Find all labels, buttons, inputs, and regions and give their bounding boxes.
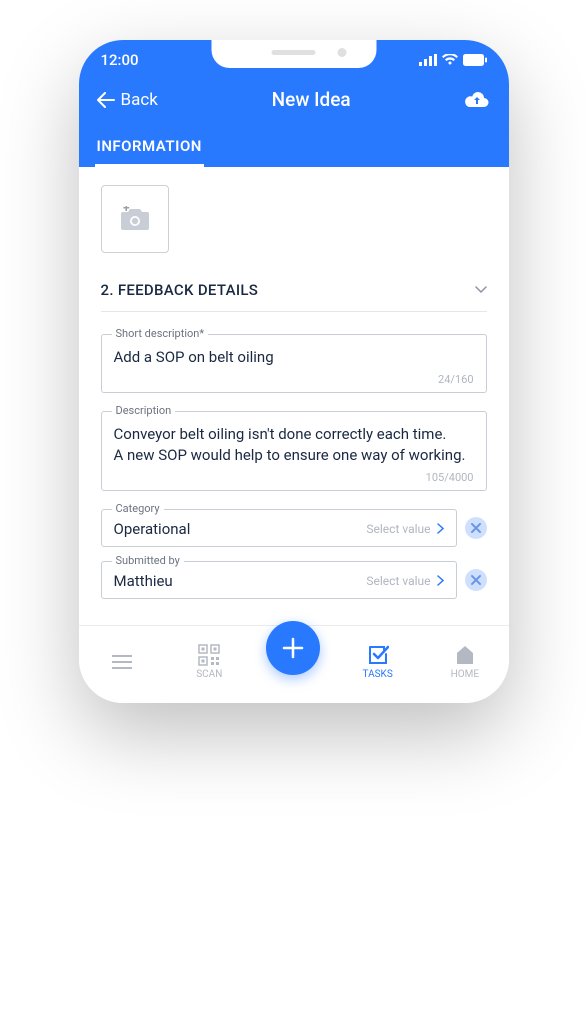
- nav-scan-label: SCAN: [196, 669, 222, 680]
- short-description-value: Add a SOP on belt oiling: [114, 347, 474, 367]
- submitted-by-row: Submitted by Matthieu Select value: [101, 561, 487, 599]
- signal-icon: [419, 54, 437, 66]
- category-value: Operational: [114, 520, 191, 538]
- description-value: Conveyor belt oiling isn't done correctl…: [114, 424, 474, 465]
- submitted-by-label: Submitted by: [112, 554, 184, 567]
- hamburger-icon: [112, 655, 132, 669]
- category-select[interactable]: Category Operational Select value: [101, 509, 457, 547]
- nav-menu[interactable]: [92, 655, 152, 669]
- status-indicators: [419, 54, 487, 66]
- nav-home-label: HOME: [451, 669, 479, 680]
- section-title: 2. FEEDBACK DETAILS: [101, 281, 259, 299]
- wifi-icon: [442, 54, 458, 66]
- qr-icon: [198, 644, 220, 666]
- short-description-counter: 24/160: [114, 373, 474, 386]
- plus-icon: [282, 637, 304, 659]
- bottom-nav: SCAN TASKS HOME: [79, 625, 509, 703]
- camera-add-icon: +: [119, 206, 151, 232]
- submitted-by-select[interactable]: Submitted by Matthieu Select value: [101, 561, 457, 599]
- fab-add-button[interactable]: [266, 621, 320, 675]
- chevron-right-icon: [437, 575, 444, 586]
- short-description-label: Short description*: [112, 327, 209, 340]
- cloud-upload-button[interactable]: [464, 91, 490, 109]
- close-icon: [471, 575, 481, 585]
- close-icon: [471, 523, 481, 533]
- category-hint: Select value: [366, 522, 443, 536]
- section-header-feedback[interactable]: 2. FEEDBACK DETAILS: [101, 281, 487, 312]
- checkbox-icon: [367, 644, 389, 666]
- app-header: Back New Idea INFORMATION: [79, 80, 509, 167]
- submitted-by-value: Matthieu: [114, 572, 173, 590]
- phone-frame: 12:00 Back New Idea INFORMATION + 2. FEE…: [79, 40, 509, 703]
- submitted-by-hint: Select value: [366, 574, 443, 588]
- home-icon: [454, 644, 476, 666]
- chevron-down-icon: [475, 283, 487, 298]
- category-row: Category Operational Select value: [101, 509, 487, 547]
- back-label: Back: [121, 90, 158, 110]
- nav-tasks[interactable]: TASKS: [348, 644, 408, 680]
- nav-tasks-label: TASKS: [363, 669, 393, 680]
- category-clear-button[interactable]: [465, 517, 487, 539]
- description-label: Description: [112, 404, 176, 417]
- submitted-by-clear-button[interactable]: [465, 569, 487, 591]
- status-time: 12:00: [101, 51, 139, 69]
- short-description-field[interactable]: Short description* Add a SOP on belt oil…: [101, 334, 487, 393]
- phone-notch: [211, 40, 376, 68]
- add-photo-button[interactable]: +: [101, 185, 169, 253]
- cloud-upload-icon: [464, 91, 490, 109]
- category-label: Category: [112, 502, 164, 515]
- description-counter: 105/4000: [114, 471, 474, 484]
- page-title: New Idea: [272, 88, 351, 111]
- battery-icon: [463, 54, 487, 66]
- tab-bar: INFORMATION: [97, 127, 491, 167]
- svg-text:+: +: [123, 206, 130, 215]
- description-field[interactable]: Description Conveyor belt oiling isn't d…: [101, 411, 487, 491]
- nav-scan[interactable]: SCAN: [179, 644, 239, 680]
- nav-home[interactable]: HOME: [435, 644, 495, 680]
- tab-information[interactable]: INFORMATION: [97, 127, 202, 167]
- arrow-left-icon: [97, 92, 115, 108]
- back-button[interactable]: Back: [97, 90, 158, 110]
- chevron-right-icon: [437, 523, 444, 534]
